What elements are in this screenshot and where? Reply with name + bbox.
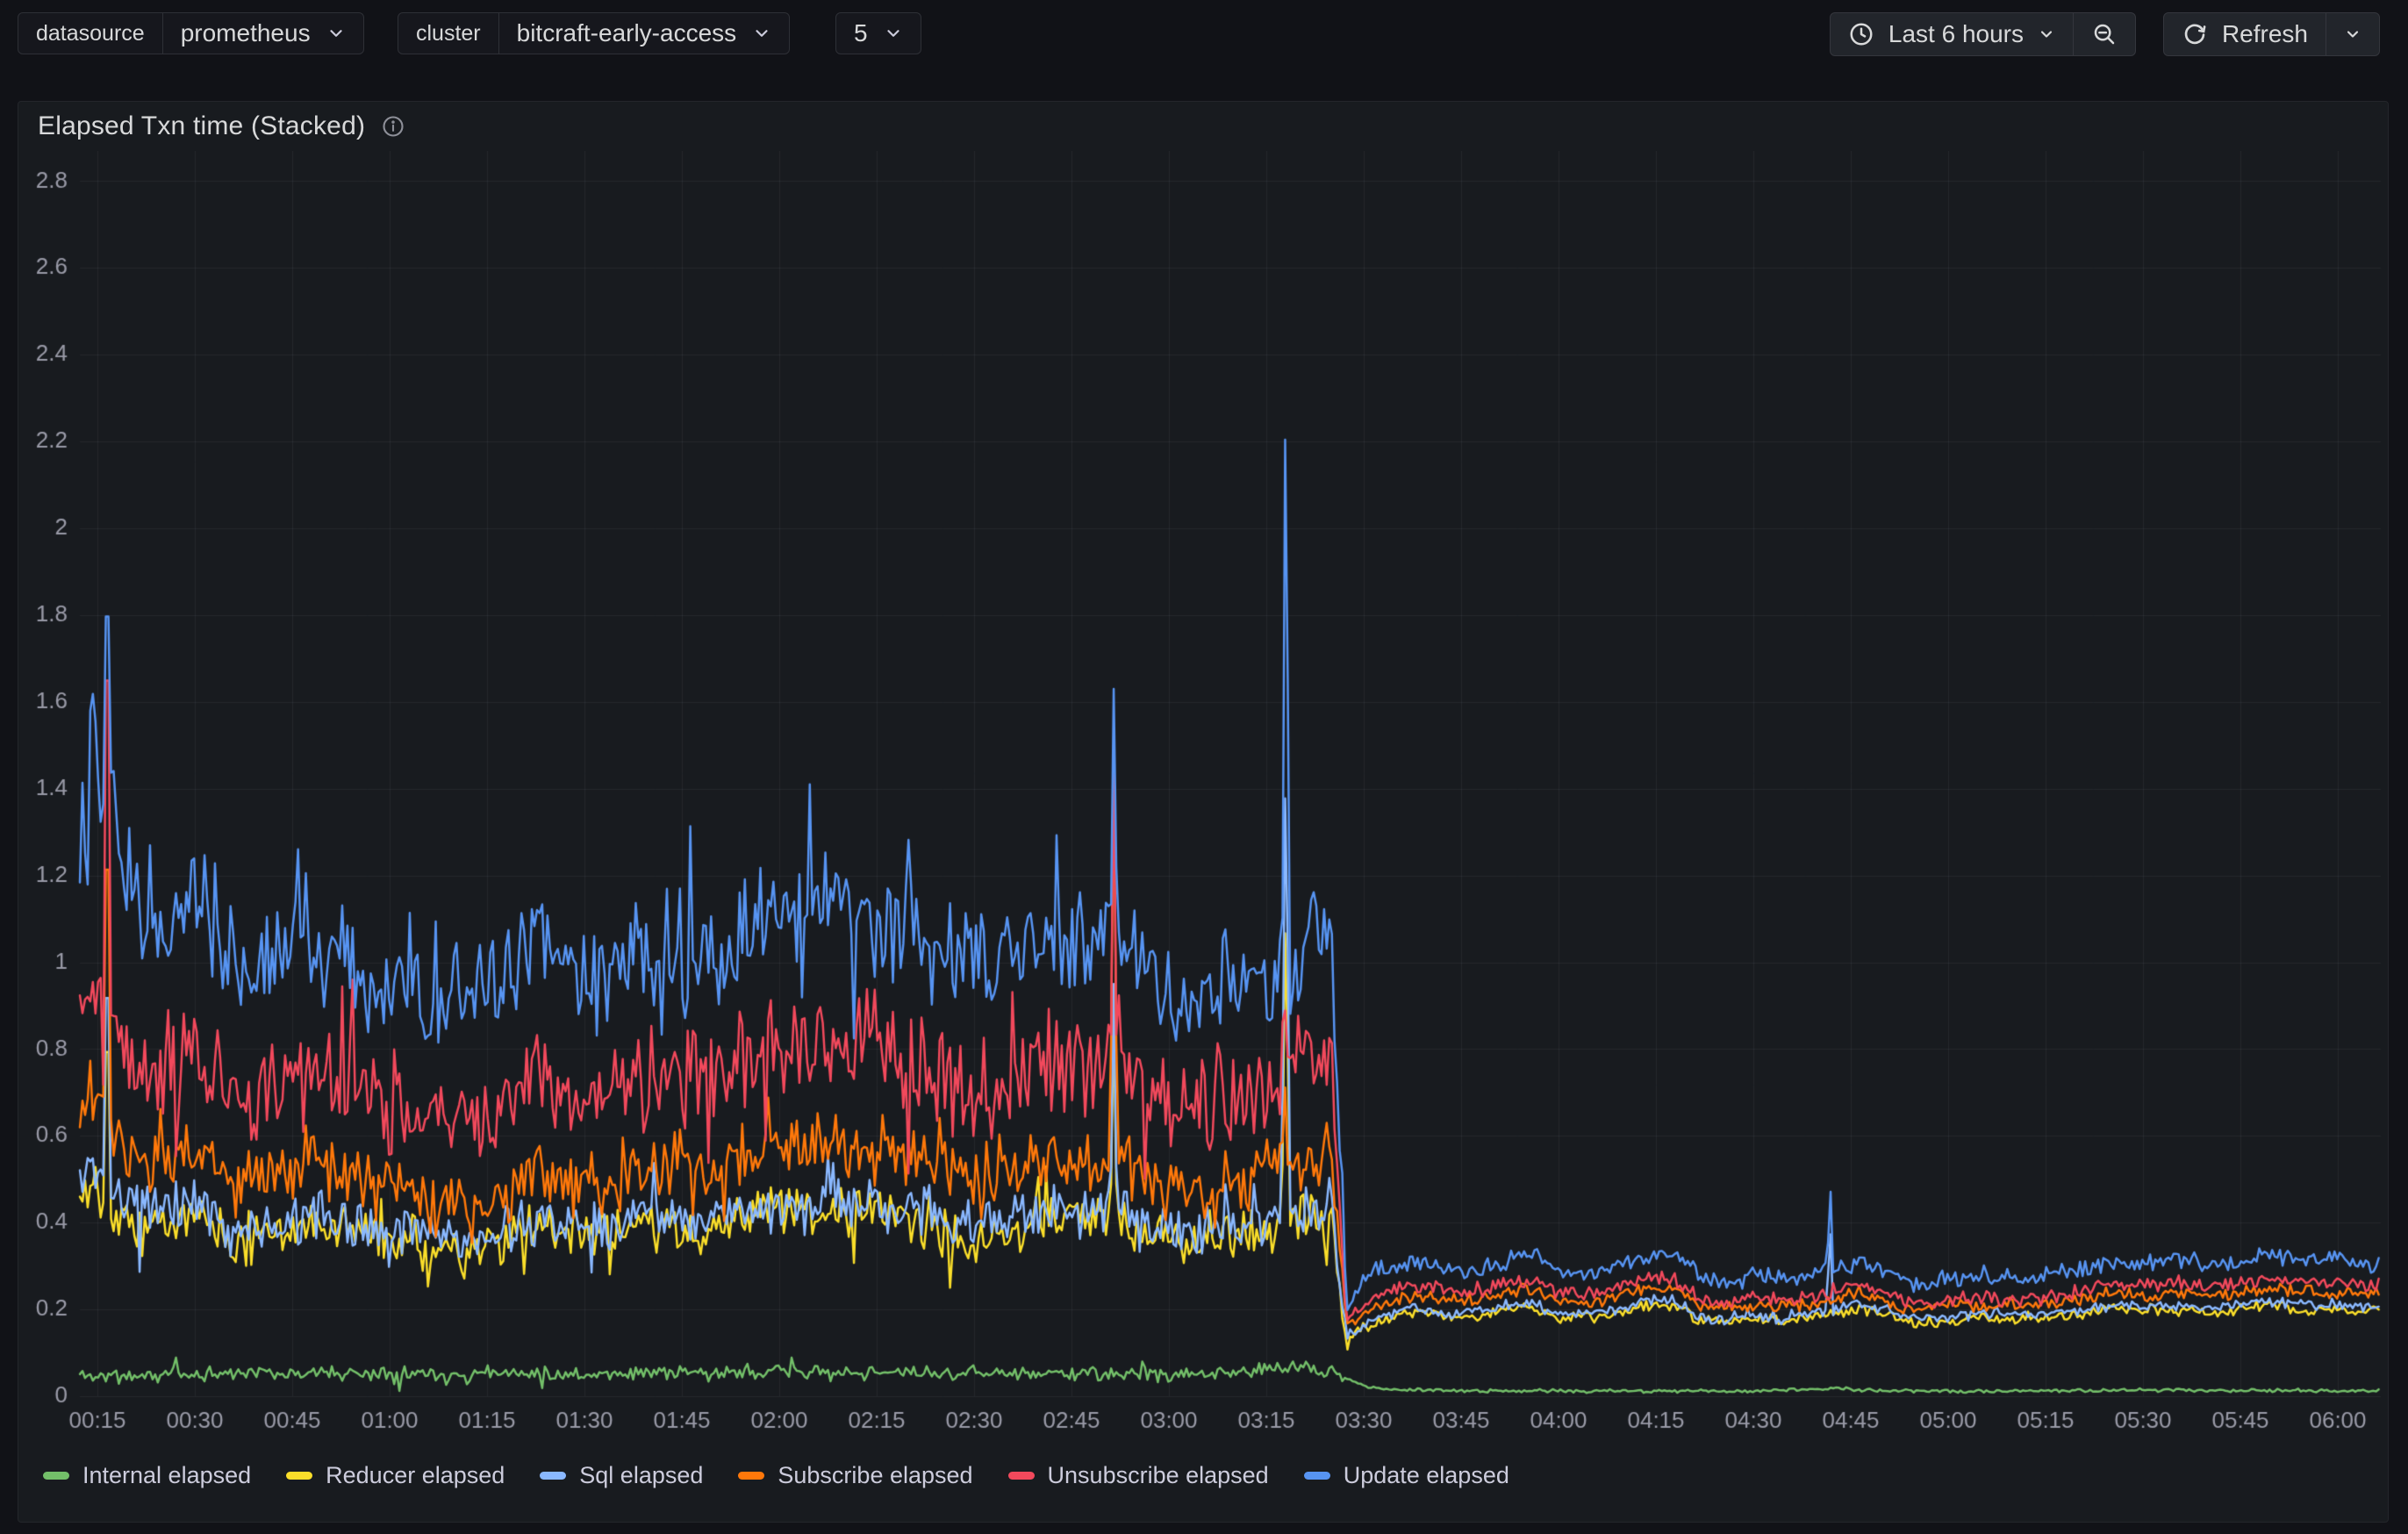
- info-icon[interactable]: [381, 114, 405, 139]
- datasource-variable: datasource prometheus: [18, 12, 364, 54]
- zoom-out-icon: [2091, 21, 2118, 47]
- cluster-select[interactable]: bitcraft-early-access: [499, 13, 790, 54]
- legend-series-label: Reducer elapsed: [326, 1462, 505, 1489]
- legend-item-update-elapsed[interactable]: Update elapsed: [1304, 1462, 1509, 1489]
- time-range-label: Last 6 hours: [1888, 20, 2024, 48]
- legend-series-label: Sql elapsed: [579, 1462, 703, 1489]
- cluster-value: bitcraft-early-access: [517, 19, 737, 47]
- chevron-down-icon: [884, 24, 903, 43]
- chevron-down-icon: [752, 24, 771, 43]
- legend-item-reducer-elapsed[interactable]: Reducer elapsed: [286, 1462, 505, 1489]
- panel-title[interactable]: Elapsed Txn time (Stacked): [38, 111, 365, 141]
- timeseries-panel: Elapsed Txn time (Stacked) Internal elap…: [18, 101, 2389, 1523]
- legend-series-swatch: [540, 1472, 566, 1480]
- refresh-button[interactable]: Refresh: [2164, 13, 2326, 55]
- cluster-label: cluster: [398, 13, 499, 54]
- legend-series-swatch: [1008, 1472, 1035, 1480]
- refresh-icon: [2182, 21, 2208, 47]
- chevron-down-icon: [2038, 25, 2055, 43]
- panel-header: Elapsed Txn time (Stacked): [18, 102, 2388, 151]
- legend-item-internal-elapsed[interactable]: Internal elapsed: [43, 1462, 251, 1489]
- chevron-down-icon: [326, 24, 346, 43]
- legend-series-label: Subscribe elapsed: [778, 1462, 972, 1489]
- interval-value: 5: [854, 19, 868, 47]
- dashboard-toolbar: datasource prometheus cluster bitcraft-e…: [0, 0, 2408, 91]
- refresh-group: Refresh: [2163, 12, 2380, 56]
- legend-series-swatch: [1304, 1472, 1330, 1480]
- chevron-down-icon: [2344, 25, 2361, 43]
- datasource-label: datasource: [18, 13, 163, 54]
- clock-icon: [1848, 21, 1874, 47]
- datasource-value: prometheus: [181, 19, 311, 47]
- legend-item-unsubscribe-elapsed[interactable]: Unsubscribe elapsed: [1008, 1462, 1269, 1489]
- legend-item-sql-elapsed[interactable]: Sql elapsed: [540, 1462, 703, 1489]
- legend-item-subscribe-elapsed[interactable]: Subscribe elapsed: [738, 1462, 972, 1489]
- interval-variable: 5: [835, 12, 921, 54]
- cluster-variable: cluster bitcraft-early-access: [398, 12, 790, 54]
- refresh-label: Refresh: [2222, 20, 2308, 48]
- legend-series-swatch: [738, 1472, 764, 1480]
- legend-series-swatch: [43, 1472, 69, 1480]
- zoom-out-time-button[interactable]: [2073, 13, 2135, 55]
- time-range-picker-button[interactable]: Last 6 hours: [1831, 13, 2073, 55]
- chart-area: [18, 151, 2388, 1450]
- chart-legend: Internal elapsed Reducer elapsed Sql elaps…: [43, 1452, 1509, 1499]
- timeseries-canvas[interactable]: [18, 151, 2388, 1450]
- refresh-interval-dropdown[interactable]: [2326, 13, 2379, 55]
- legend-series-label: Update elapsed: [1344, 1462, 1509, 1489]
- legend-series-label: Internal elapsed: [82, 1462, 251, 1489]
- datasource-select[interactable]: prometheus: [163, 13, 363, 54]
- legend-series-label: Unsubscribe elapsed: [1048, 1462, 1269, 1489]
- time-range-group: Last 6 hours: [1830, 12, 2136, 56]
- legend-series-swatch: [286, 1472, 312, 1480]
- interval-select[interactable]: 5: [836, 13, 921, 54]
